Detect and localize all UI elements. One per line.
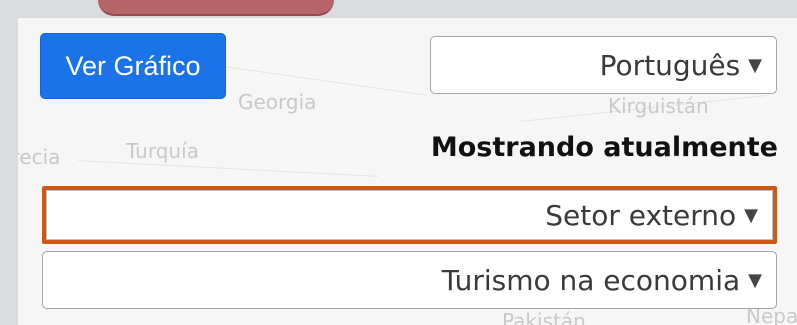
currently-showing-heading: Mostrando atualmente [430, 132, 778, 163]
map-label-pakistan: Pakistán [502, 309, 586, 325]
chevron-down-icon: ▼ [744, 204, 758, 226]
map-border-line [78, 160, 378, 177]
map-label-turquia: Turquía [126, 139, 199, 163]
ver-grafico-button[interactable]: Ver Gráfico [40, 33, 226, 99]
map-label-kirguistan: Kirguistán [608, 94, 709, 118]
sector-select[interactable]: Setor externo ▼ [46, 190, 773, 240]
sector-select-value: Setor externo [545, 198, 737, 232]
language-select-value: Português [599, 48, 741, 82]
map-label-grecia: Grecia [18, 145, 61, 169]
chevron-down-icon: ▼ [748, 54, 762, 76]
language-select[interactable]: Português ▼ [430, 36, 777, 94]
top-accent-bar [98, 0, 334, 16]
main-panel: Georgia Kirguistán Grecia Turquía Pakist… [18, 18, 797, 325]
subsector-select[interactable]: Turismo na economia ▼ [42, 251, 777, 309]
chevron-down-icon: ▼ [748, 269, 762, 291]
subsector-select-value: Turismo na economia [441, 263, 741, 297]
map-label-georgia: Georgia [238, 90, 317, 114]
